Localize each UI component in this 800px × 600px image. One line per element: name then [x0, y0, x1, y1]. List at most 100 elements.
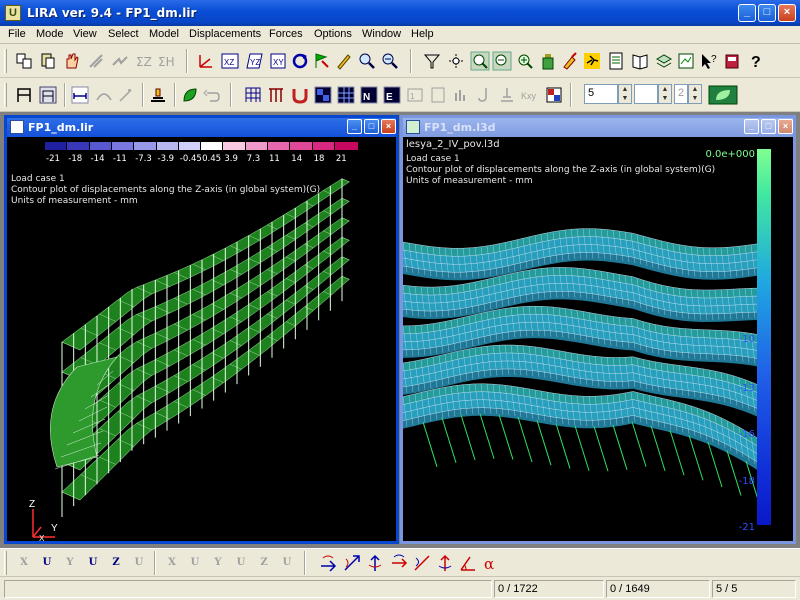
toolbar-grip[interactable] [4, 49, 7, 73]
color-spinner[interactable]: ▲ ▼ [658, 84, 672, 104]
maximize-button[interactable]: □ [758, 4, 776, 22]
z-force-icon: Z [260, 557, 268, 568]
menu-options[interactable]: Options [314, 28, 352, 40]
menu-model[interactable]: Model [149, 28, 179, 40]
frame-icon[interactable] [14, 85, 34, 105]
menu-displacements[interactable]: Displacements [189, 28, 261, 40]
magnet-icon[interactable] [290, 85, 310, 105]
brush-icon[interactable] [560, 51, 580, 71]
results-view-title-bar[interactable]: FP1_dm.l3d _ □ × [403, 118, 793, 137]
label-grey-icon: 1 [405, 85, 425, 105]
rotation-x-icon[interactable] [318, 553, 338, 573]
palette-icon[interactable] [544, 85, 564, 105]
menu-help[interactable]: Help [411, 28, 434, 40]
model-view-window[interactable]: FP1_dm.lir _ □ × -21 -18 -14 -11 -7.3 -3.9 -0.… [4, 115, 399, 544]
results-info-text: Load case 1 Contour plot of displacement… [406, 154, 715, 187]
menu-window[interactable]: Window [362, 28, 401, 40]
apply-leaf-icon[interactable] [708, 85, 738, 105]
select-node-icon[interactable] [446, 51, 466, 71]
step-spin-input[interactable]: 2 [674, 84, 688, 104]
pile-line [650, 425, 666, 471]
minimize-button[interactable]: _ [738, 4, 756, 22]
child-close-button[interactable]: × [381, 119, 396, 134]
menu-select[interactable]: Select [108, 28, 139, 40]
svg-text:ΣZ: ΣZ [136, 55, 152, 69]
help-icon[interactable]: ? [746, 51, 766, 71]
frame-grid-icon[interactable] [38, 85, 58, 105]
bottle-icon[interactable] [538, 51, 558, 71]
child-minimize-button[interactable]: _ [744, 119, 759, 134]
model-view-title-bar[interactable]: FP1_dm.lir _ □ × [7, 118, 396, 137]
moment-z-icon[interactable] [435, 553, 455, 573]
toolbar-grip[interactable] [4, 551, 7, 575]
mesh-icon[interactable] [336, 85, 356, 105]
toolbar-grip[interactable] [4, 83, 7, 107]
zoom-fit-icon[interactable] [380, 51, 400, 71]
pile-line [555, 423, 571, 469]
plane-yz-icon[interactable]: YZ [244, 51, 264, 71]
leaf-icon[interactable] [180, 85, 200, 105]
document-icon[interactable] [606, 51, 626, 71]
plane-xz-icon[interactable]: XZ [220, 51, 240, 71]
ux-displacement-icon[interactable]: U [37, 553, 57, 573]
model-viewport[interactable]: -21 -18 -14 -11 -7.3 -3.9 -0.45 0.45 3.9 7.3 11 14 1… [7, 137, 396, 541]
grid-frame-icon[interactable] [243, 85, 263, 105]
hand-icon[interactable] [62, 51, 82, 71]
filter-icon[interactable] [422, 51, 442, 71]
columns-icon[interactable] [266, 85, 286, 105]
foundation-icon[interactable] [148, 85, 168, 105]
stack-icon[interactable] [654, 51, 674, 71]
menu-forces[interactable]: Forces [269, 28, 303, 40]
alpha-icon[interactable]: α [481, 553, 501, 573]
rotation-z-icon[interactable] [365, 553, 385, 573]
zoom-in-icon[interactable] [470, 51, 490, 71]
parameter-spin-input[interactable]: 5 [584, 84, 618, 104]
rotation-y-icon[interactable] [342, 553, 362, 573]
menu-mode[interactable]: Mode [36, 28, 64, 40]
child-close-button[interactable]: × [778, 119, 793, 134]
node-numbers-icon[interactable]: N [359, 85, 379, 105]
toolbar-separator [230, 83, 232, 107]
status-message [4, 580, 492, 598]
menu-file[interactable]: File [8, 28, 26, 40]
toolbar-separator [304, 551, 306, 575]
angle-icon[interactable] [458, 553, 478, 573]
zoom-icon[interactable] [357, 51, 377, 71]
axes-xyz-icon[interactable] [196, 51, 216, 71]
manual-book-icon[interactable] [722, 51, 742, 71]
step-spinner[interactable]: ▲ ▼ [688, 84, 702, 104]
rotate-icon[interactable] [290, 51, 310, 71]
plate-icon[interactable] [313, 85, 333, 105]
scale-tick: -10 [738, 334, 755, 345]
parameter-spinner[interactable]: ▲ ▼ [618, 84, 632, 104]
zoom-window-icon[interactable] [515, 51, 535, 71]
color-spin-input[interactable] [634, 84, 658, 104]
results-view-window[interactable]: FP1_dm.l3d _ □ × lesya_2_IV_pov.l3d Load… [400, 115, 796, 544]
help-pointer-icon[interactable]: ? [699, 51, 719, 71]
report-icon[interactable] [676, 51, 696, 71]
close-button[interactable]: × [778, 4, 796, 22]
pencil-icon[interactable] [334, 51, 354, 71]
paste-model-icon[interactable] [38, 51, 58, 71]
lira-app-icon[interactable]: U [5, 5, 21, 21]
copy-model-icon[interactable] [14, 51, 34, 71]
uy-displacement-icon[interactable]: U [83, 553, 103, 573]
plane-xy-icon[interactable]: XY [268, 51, 288, 71]
structure-3d-plot[interactable] [7, 137, 396, 541]
child-maximize-button[interactable]: □ [364, 119, 379, 134]
window-title-bar[interactable]: U LIRA ver. 9.4 - FP1_dm.lir _ □ × [0, 0, 800, 26]
results-viewport[interactable]: lesya_2_IV_pov.l3d Load case 1 Contour p… [403, 137, 793, 541]
flag-icon[interactable] [312, 51, 332, 71]
zoom-out-icon[interactable] [492, 51, 512, 71]
z-displacement-icon[interactable]: Z [106, 553, 126, 573]
child-minimize-button[interactable]: _ [347, 119, 362, 134]
book-icon[interactable] [630, 51, 650, 71]
moment-y-icon[interactable] [412, 553, 432, 573]
beam-icon[interactable] [70, 85, 90, 105]
element-numbers-icon[interactable]: E [382, 85, 402, 105]
menu-view[interactable]: View [73, 28, 97, 40]
results-3d-plot[interactable] [403, 137, 793, 541]
running-man-icon[interactable] [582, 51, 602, 71]
child-maximize-button[interactable]: □ [761, 119, 776, 134]
moment-x-icon[interactable] [389, 553, 409, 573]
